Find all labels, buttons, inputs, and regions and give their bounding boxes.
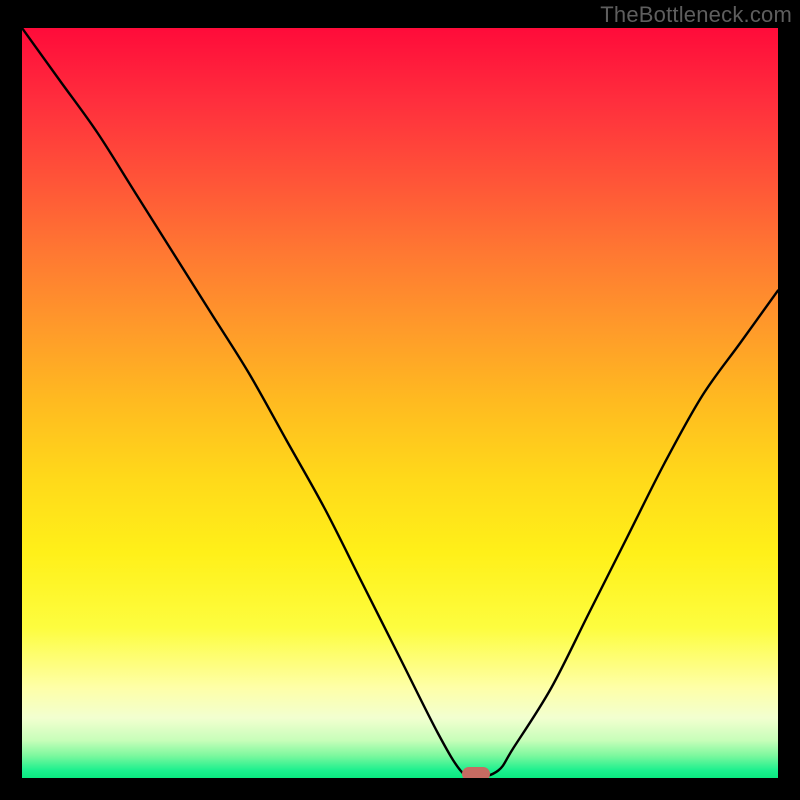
plot-area	[22, 28, 778, 778]
bottleneck-curve	[22, 28, 778, 778]
min-marker-icon	[462, 767, 490, 778]
watermark-text: TheBottleneck.com	[600, 2, 792, 28]
chart-frame: TheBottleneck.com	[0, 0, 800, 800]
